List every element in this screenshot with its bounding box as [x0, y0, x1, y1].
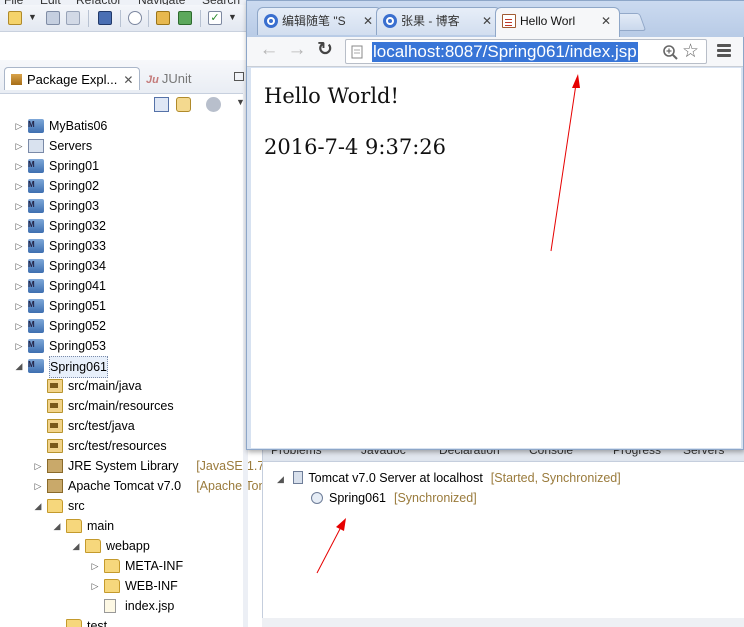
annotation-arrow-address — [550, 74, 580, 252]
annotation-arrows — [316, 74, 580, 574]
tab-title: Hello Worl — [520, 14, 576, 28]
annotation-arrow-module — [316, 518, 346, 574]
browser-tab-hello-world[interactable]: Hello Worl ✕ — [495, 7, 620, 37]
close-icon[interactable]: ✕ — [601, 8, 611, 34]
document-icon — [502, 14, 516, 28]
